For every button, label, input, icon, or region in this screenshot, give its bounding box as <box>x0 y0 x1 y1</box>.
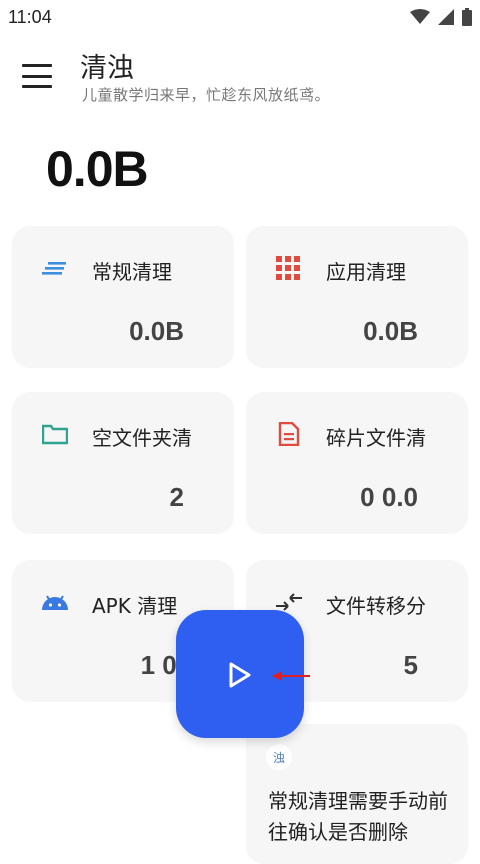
menu-icon[interactable] <box>22 64 52 88</box>
folder-icon <box>42 424 68 445</box>
red-arrow-icon <box>272 671 310 681</box>
card-value: 5 <box>403 650 418 680</box>
card-label: APK 清理 <box>92 594 178 618</box>
tip-card: 浊 常规清理需要手动前往确认是否删除 <box>246 724 468 864</box>
battery-icon <box>462 8 472 26</box>
card-label: 常规清理 <box>92 260 172 284</box>
app-bar: 清浊 儿童散学归来早，忙趁东风放纸鸢。 <box>0 44 480 114</box>
android-icon <box>42 595 68 610</box>
card-value: 2 <box>169 482 184 512</box>
card-regular-clean[interactable]: 常规清理 0.0B <box>12 226 234 368</box>
card-label: 碎片文件清 <box>326 426 426 450</box>
card-label: 文件转移分 <box>326 594 426 618</box>
card-app-clean[interactable]: 应用清理 0.0B <box>246 226 468 368</box>
play-icon <box>229 662 251 688</box>
card-value: 0.0B <box>129 316 184 346</box>
cellular-signal-icon <box>438 9 454 25</box>
card-empty-folder-clean[interactable]: 空文件夹清 2 <box>12 392 234 534</box>
card-value: 0 0.0 <box>360 482 418 512</box>
lines-icon <box>42 262 66 275</box>
app-title: 清浊 <box>80 53 134 84</box>
card-fragment-file-clean[interactable]: 碎片文件清 0 0.0 <box>246 392 468 534</box>
tip-text: 常规清理需要手动前往确认是否删除 <box>268 789 448 844</box>
app-subtitle: 儿童散学归来早，忙趁东风放纸鸢。 <box>82 86 331 104</box>
wifi-icon <box>410 9 430 24</box>
status-bar: 11:04 <box>0 0 480 34</box>
total-size: 0.0B <box>46 141 149 197</box>
status-icons <box>410 8 472 26</box>
card-value: 0.0B <box>363 316 418 346</box>
app-logo-icon: 浊 <box>266 744 292 770</box>
grid-icon <box>276 256 300 280</box>
card-label: 空文件夹清 <box>92 426 192 450</box>
status-time: 11:04 <box>8 7 52 27</box>
card-label: 应用清理 <box>326 260 406 284</box>
document-icon <box>278 422 300 446</box>
